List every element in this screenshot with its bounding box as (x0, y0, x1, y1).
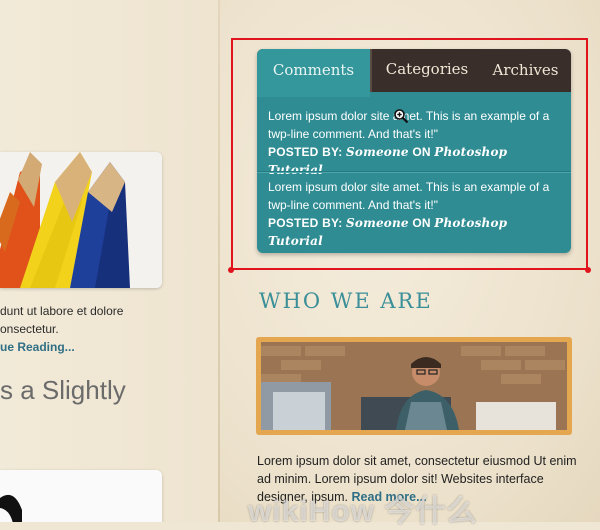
team-photo (261, 342, 567, 430)
highlight-handle[interactable] (585, 267, 591, 273)
continue-reading-link[interactable]: ue Reading... (0, 338, 210, 356)
team-photo-image (261, 342, 567, 430)
watermark: wikiHow 今什么 (248, 495, 478, 528)
pencils-thumbnail[interactable] (0, 152, 162, 288)
selection-highlight (231, 38, 588, 270)
team-photo-frame (256, 337, 572, 435)
left-column: dunt ut labore et dolore onsectetur. ue … (0, 0, 218, 522)
post-heading[interactable]: s a Slightly (0, 375, 126, 406)
thumbnail-image (0, 470, 162, 522)
post-snippet: dunt ut labore et dolore onsectetur. ue … (0, 302, 210, 356)
who-we-are-heading: WHO WE ARE (259, 289, 433, 313)
post-thumbnail-2[interactable] (0, 470, 162, 522)
highlight-handle[interactable] (228, 267, 234, 273)
zoom-cursor-icon (394, 109, 409, 124)
pencils-image (0, 152, 162, 288)
snippet-line-1: dunt ut labore et dolore (0, 304, 124, 318)
snippet-line-2: onsectetur. (0, 322, 59, 336)
